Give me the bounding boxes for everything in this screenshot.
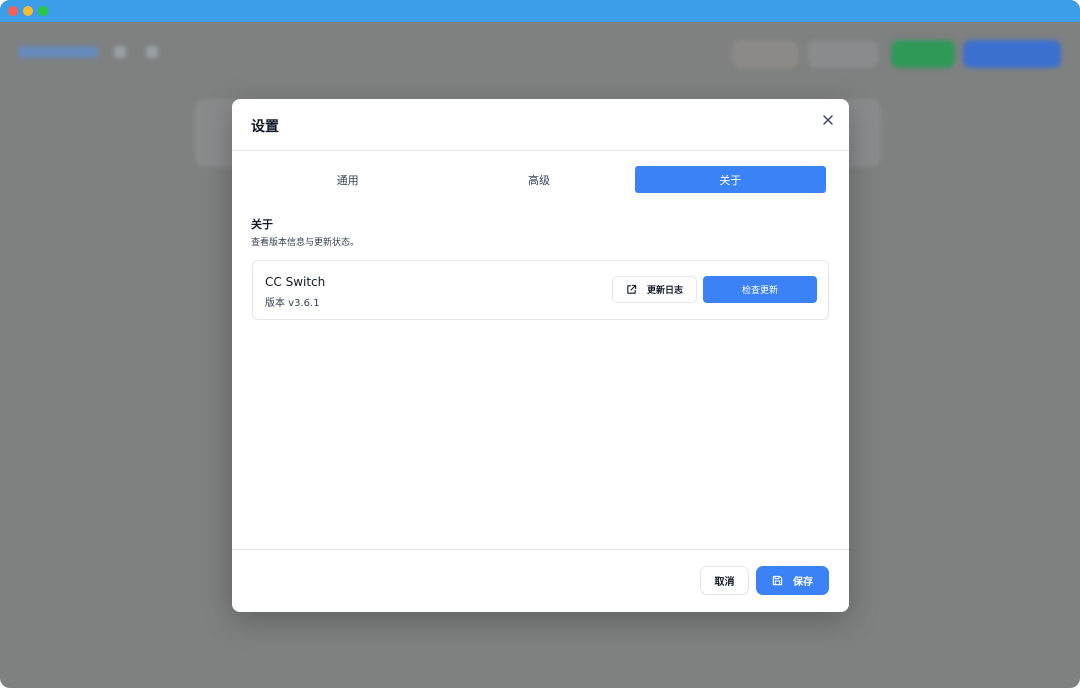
external-link-icon (627, 284, 637, 294)
save-label: 保存 (793, 577, 813, 588)
minimize-window-button[interactable] (23, 6, 33, 16)
app-name: CC Switch (265, 275, 326, 289)
window-titlebar (0, 0, 1080, 22)
section-description: 查看版本信息与更新状态。 (251, 238, 360, 248)
background-toolbar-button (808, 40, 878, 68)
close-icon (823, 115, 833, 125)
save-button[interactable]: 保存 (756, 566, 829, 595)
settings-tabs: 通用 高级 关于 (252, 166, 826, 193)
close-button[interactable] (819, 111, 837, 129)
version-label: 版本 (265, 298, 285, 309)
changelog-label: 更新日志 (646, 286, 683, 296)
tab-about[interactable]: 关于 (634, 166, 826, 193)
section-title: 关于 (251, 218, 273, 231)
background-settings-icon (114, 46, 126, 58)
settings-dialog: 设置 通用 高级 关于 关于 查看版本信息与更新状态。 CC Switch 版本… (232, 99, 849, 612)
check-update-button[interactable]: 检查更新 (703, 276, 817, 303)
background-toolbar-button (732, 40, 798, 68)
dialog-header: 设置 (232, 99, 849, 151)
version-value: v3.6.1 (288, 298, 320, 309)
tab-general[interactable]: 通用 (252, 166, 443, 193)
background-green-button (891, 40, 955, 68)
app-window: 设置 通用 高级 关于 关于 查看版本信息与更新状态。 CC Switch 版本… (0, 0, 1080, 688)
background-refresh-icon (146, 46, 158, 58)
changelog-button[interactable]: 更新日志 (612, 276, 697, 303)
close-window-button[interactable] (8, 6, 18, 16)
dialog-title: 设置 (251, 119, 279, 135)
app-version: 版本 v3.6.1 (265, 294, 320, 309)
background-logo (18, 46, 98, 58)
tab-advanced[interactable]: 高级 (443, 166, 634, 193)
cancel-button[interactable]: 取消 (700, 566, 749, 595)
save-icon (772, 575, 783, 586)
maximize-window-button[interactable] (38, 6, 48, 16)
dialog-footer: 取消 保存 (232, 549, 849, 612)
about-card: CC Switch 版本 v3.6.1 更新日志 检查更新 (252, 260, 829, 320)
background-blue-button (963, 40, 1061, 68)
